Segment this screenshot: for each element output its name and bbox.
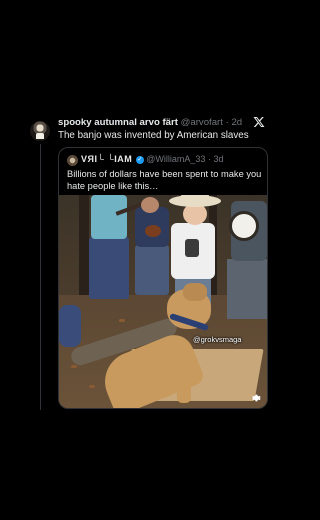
leaf — [119, 319, 125, 322]
quoted-tweet-header: VЯI└ └IAM ✓ @WilliamA_33 · 3d — [81, 154, 223, 164]
quoted-header-separator: · — [207, 154, 211, 164]
author-avatar[interactable] — [30, 121, 50, 141]
fiddler-legs — [135, 245, 169, 295]
quoted-author-name[interactable]: VЯI└ └IAM — [81, 154, 132, 164]
cowboy-hat-crown — [181, 195, 209, 201]
shirt-print — [185, 239, 199, 257]
header-separator: · — [225, 117, 229, 128]
musician-left — [91, 195, 127, 239]
quoted-tweet-text: Billions of dollars have been spent to m… — [67, 169, 262, 191]
tweet-header: spooky autumnal arvo färt @arvofart · 2d — [58, 117, 242, 128]
verified-badge-icon: ✓ — [135, 156, 144, 164]
dog-snout — [183, 283, 207, 301]
dog-leg — [177, 373, 191, 403]
banjo-player-legs — [227, 259, 267, 319]
fiddler-head — [141, 197, 159, 213]
quoted-tweet[interactable]: VЯI└ └IAM ✓ @WilliamA_33 · 3d Billions o… — [58, 147, 268, 409]
leaf — [89, 385, 95, 388]
tweet-text: The banjo was invented by American slave… — [58, 130, 249, 141]
fiddle — [145, 225, 161, 237]
leaf — [71, 365, 77, 368]
author-name[interactable]: spooky autumnal arvo färt — [58, 117, 178, 128]
gear-icon[interactable] — [251, 393, 261, 403]
thread-line — [40, 144, 41, 410]
quoted-author-avatar[interactable] — [67, 155, 78, 166]
seated-person — [59, 305, 81, 347]
video-watermark: @grokvsmaga — [193, 335, 242, 344]
x-logo-icon — [253, 116, 265, 128]
banjo — [229, 211, 259, 241]
quoted-tweet-age[interactable]: 3d — [213, 154, 223, 164]
musician-left-legs — [89, 237, 129, 299]
author-handle[interactable]: @arvofart — [181, 117, 223, 128]
tweet-age[interactable]: 2d — [231, 117, 242, 128]
video-player[interactable]: @grokvsmaga — [59, 195, 267, 408]
quoted-author-handle[interactable]: @WilliamA_33 — [146, 154, 205, 164]
